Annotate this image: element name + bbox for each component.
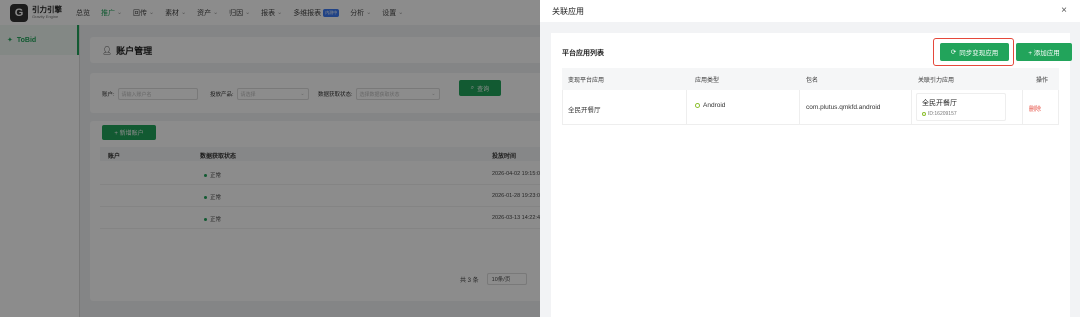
linked-apps-drawer: 关联应用 × 平台应用列表 ⟳ 同步变现应用 + 添加应用 变现平台应用 应用类… (540, 0, 1080, 317)
sync-apps-button[interactable]: ⟳ 同步变现应用 (940, 43, 1009, 61)
refresh-icon: ⟳ (950, 49, 957, 56)
linked-app-id: ID:16209157 (922, 111, 1000, 117)
col-package: 包名 (806, 78, 819, 84)
linked-app-name: 全民开餐厅 (922, 100, 957, 107)
table-row: 全民开餐厅 Android com.plutus.qmkfd.android 全… (562, 90, 1059, 125)
col-action: 操作 (1036, 78, 1049, 84)
delete-link[interactable]: 删除 (1029, 104, 1041, 113)
platform-app-panel: 平台应用列表 ⟳ 同步变现应用 + 添加应用 变现平台应用 应用类型 包名 关联… (551, 33, 1072, 317)
app-type: Android (695, 102, 725, 109)
panel-title: 平台应用列表 (562, 50, 604, 57)
linked-apps-table: 变现平台应用 应用类型 包名 关联引力应用 操作 全民开餐厅 Android c… (562, 68, 1059, 125)
col-platform-app: 变现平台应用 (568, 78, 605, 84)
table-header: 变现平台应用 应用类型 包名 关联引力应用 操作 (562, 68, 1059, 90)
col-linked-app: 关联引力应用 (918, 78, 955, 84)
package-name: com.plutus.qmkfd.android (806, 104, 881, 111)
close-icon[interactable]: × (1061, 6, 1067, 16)
linked-app-card[interactable]: 全民开餐厅 ID:16209157 (916, 93, 1006, 121)
android-icon (695, 102, 700, 108)
drawer-header: 关联应用 × (540, 0, 1080, 22)
add-app-button[interactable]: + 添加应用 (1016, 43, 1072, 61)
android-icon (922, 112, 926, 116)
platform-app-name: 全民开餐厅 (568, 107, 601, 114)
col-app-type: 应用类型 (695, 78, 720, 84)
drawer-title: 关联应用 (552, 6, 584, 16)
